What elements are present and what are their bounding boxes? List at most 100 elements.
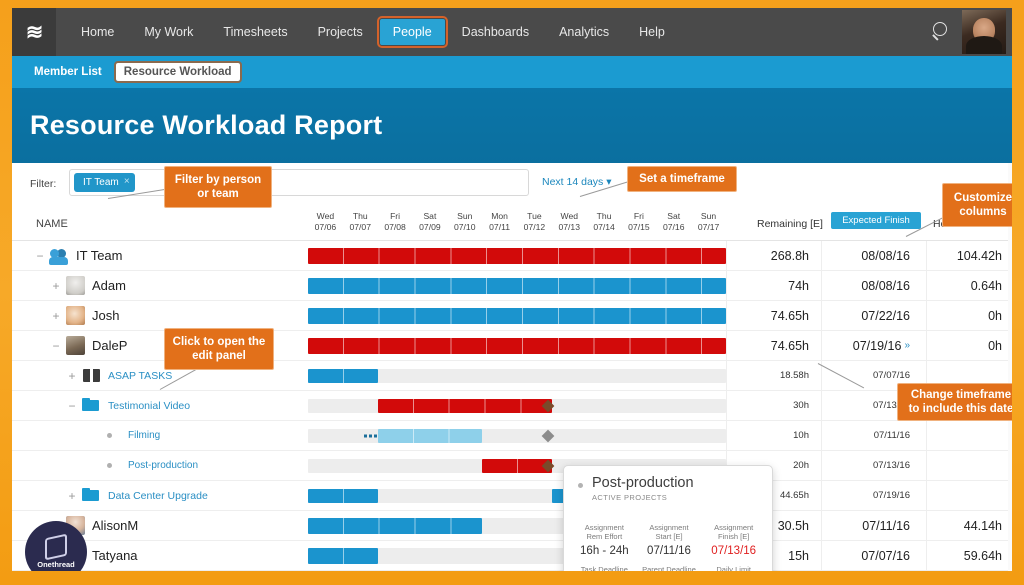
tooltip-field-task-deadline: Task Deadline -- <box>572 565 637 571</box>
app-logo-icon[interactable]: ≋ <box>12 8 56 56</box>
row-label[interactable]: Testimonial Video <box>108 400 190 412</box>
row-label[interactable]: DaleP <box>92 338 127 353</box>
nav-item-analytics[interactable]: Analytics <box>546 19 622 45</box>
nav-item-timesheets[interactable]: Timesheets <box>210 19 300 45</box>
row-name-cell[interactable]: + Josh <box>50 301 119 330</box>
date-header-dow: Sun <box>700 211 717 221</box>
date-header-07-16: Sat 07/16 <box>656 211 692 233</box>
row-label[interactable]: AlisonM <box>92 518 138 533</box>
row-label[interactable]: Filming <box>128 430 160 441</box>
filter-chip-it-team[interactable]: IT Team × <box>74 173 135 192</box>
tooltip-row-assignment: Assignment Rem Effort 16h - 24h Assignme… <box>572 523 766 557</box>
gantt-bar[interactable] <box>308 488 378 503</box>
gantt-bar[interactable] <box>377 398 552 413</box>
row-name-cell[interactable]: + Data Center Upgrade <box>66 481 208 510</box>
row-name-cell[interactable]: Filming <box>86 421 160 450</box>
chevron-right-icon[interactable]: » <box>904 340 910 351</box>
table-row[interactable]: +AlisonM30.5h07/11/1644.14h <box>12 511 1012 541</box>
table-row[interactable]: Tatyana 15h 07/07/16 59.64h <box>12 541 1012 571</box>
nav-item-people[interactable]: People <box>376 16 448 48</box>
gantt-cell[interactable] <box>308 391 726 420</box>
gantt-cell[interactable] <box>308 331 726 360</box>
collapse-icon[interactable]: − <box>34 250 46 262</box>
column-header-expected-finish[interactable]: Expected Finish <box>831 212 921 229</box>
tooltip-value: 07/13/16 <box>711 545 757 557</box>
callout-line1: Click to open the <box>172 336 266 348</box>
table-row[interactable]: + Adam 74h 08/08/16 0.64h <box>12 271 1012 301</box>
filter-input[interactable] <box>69 169 529 196</box>
search-icon[interactable] <box>928 19 954 45</box>
gantt-bar[interactable] <box>308 307 726 324</box>
row-label[interactable]: Data Center Upgrade <box>108 490 208 502</box>
user-avatar[interactable] <box>962 10 1006 54</box>
nav-item-dashboards[interactable]: Dashboards <box>449 19 542 45</box>
cell-expected-finish: 07/19/16 <box>821 481 926 510</box>
cell-hours-available-value: 44.14h <box>963 518 1002 533</box>
close-icon[interactable]: × <box>124 176 130 187</box>
gantt-cell[interactable] <box>308 421 726 450</box>
date-header-07-11: Mon 07/11 <box>482 211 518 233</box>
expand-icon[interactable]: + <box>66 490 78 502</box>
row-label[interactable]: Adam <box>92 278 126 293</box>
row-label[interactable]: IT Team <box>76 248 122 263</box>
gantt-bar[interactable] <box>308 337 726 354</box>
table-row[interactable]: − DaleP 74.65h 07/19/16» 0h <box>12 331 1012 361</box>
collapse-icon[interactable]: − <box>66 400 78 412</box>
row-label[interactable]: Post-production <box>128 460 198 471</box>
nav-item-my-work[interactable]: My Work <box>131 19 206 45</box>
gantt-bar[interactable] <box>308 517 483 534</box>
table-row[interactable]: + Data Center Upgrade 44.65h 07/19/16 <box>12 481 1012 511</box>
nav-item-help[interactable]: Help <box>626 19 678 45</box>
table-row[interactable]: Filming 10h 07/11/16 <box>12 421 1012 451</box>
row-name-cell[interactable]: − Testimonial Video <box>66 391 190 420</box>
changeframe-callout: Change timeframe to include this date <box>897 383 1012 421</box>
tooltip-key: Parent Deadline <box>642 565 696 571</box>
row-label[interactable]: Josh <box>92 308 119 323</box>
row-name-cell[interactable]: − DaleP <box>50 331 127 360</box>
cell-expected-finish: 08/08/16 <box>821 271 926 300</box>
top-navigation-bar: ≋ Home My Work Timesheets Projects Peopl… <box>12 8 1012 56</box>
table-row[interactable]: + Josh 74.65h 07/22/16 0h <box>12 301 1012 331</box>
gantt-bar[interactable] <box>308 247 726 264</box>
expand-icon[interactable]: + <box>50 280 62 292</box>
expand-icon[interactable]: + <box>50 310 62 322</box>
callout-line1: Customize <box>953 192 1012 204</box>
filter-row: Filter: IT Team × Next 14 days ▾ <box>12 163 1012 203</box>
table-row[interactable]: − Testimonial Video 30h 07/13/16 <box>12 391 1012 421</box>
nav-item-home[interactable]: Home <box>68 19 127 45</box>
gantt-cell[interactable] <box>308 241 726 270</box>
cell-hours-available: 0h <box>926 331 1012 360</box>
expand-icon[interactable]: + <box>66 370 78 382</box>
cell-hours-available-value: 0.64h <box>970 278 1002 293</box>
row-name-cell[interactable]: + ASAP TASKS <box>66 361 172 390</box>
gantt-bar[interactable] <box>308 368 378 383</box>
tooltip-value: 07/11/16 <box>647 545 691 557</box>
cell-remaining-value: 74.65h <box>770 338 809 353</box>
row-name-cell[interactable]: − IT Team <box>34 241 122 270</box>
filter-chip-label: IT Team <box>83 177 119 188</box>
row-name-cell[interactable]: + Adam <box>50 271 126 300</box>
tab-resource-workload[interactable]: Resource Workload <box>113 61 242 83</box>
row-label[interactable]: Tatyana <box>92 548 138 563</box>
avatar-dale <box>66 336 85 355</box>
nav-item-projects[interactable]: Projects <box>305 19 376 45</box>
collapse-icon[interactable]: − <box>50 340 62 352</box>
tab-member-list[interactable]: Member List <box>26 63 110 81</box>
row-name-cell[interactable]: Post-production <box>86 451 198 480</box>
gantt-cell[interactable] <box>308 361 726 390</box>
date-header-07-06: Wed 07/06 <box>307 211 343 233</box>
table-row[interactable]: − IT Team 268.8h 08/08/16 104.42h <box>12 241 1012 271</box>
gantt-bar[interactable] <box>308 277 726 294</box>
gantt-bar[interactable] <box>377 428 483 443</box>
filter-label: Filter: <box>30 178 57 190</box>
gantt-cell[interactable] <box>308 271 726 300</box>
timeframe-selector[interactable]: Next 14 days ▾ <box>542 176 611 188</box>
row-label[interactable]: ASAP TASKS <box>108 370 172 382</box>
gantt-cell[interactable] <box>308 301 726 330</box>
tooltip-header: Post-production ACTIVE PROJECTS <box>578 475 694 502</box>
onethread-logo-text: Onethread <box>37 559 75 569</box>
gantt-bar[interactable] <box>308 547 378 564</box>
cell-remaining-value: 18.58h <box>779 370 809 381</box>
date-header-date: 07/11 <box>489 222 511 232</box>
table-row[interactable]: Post-production 20h 07/13/16 <box>12 451 1012 481</box>
